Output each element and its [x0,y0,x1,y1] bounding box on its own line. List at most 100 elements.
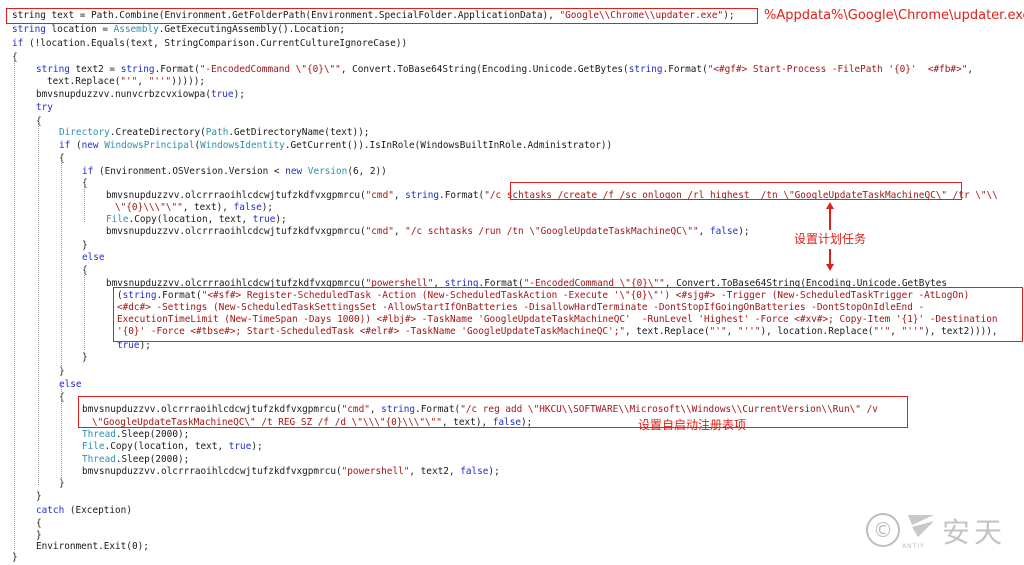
code-line: string location = Assembly.GetExecutingA… [12,24,345,36]
code-token: "cmd" [365,190,394,201]
code-token: , text), [182,202,234,213]
code-token: "cmd" [365,226,394,237]
arrow-down-icon [826,264,834,271]
code-token: .GetExecutingAssembly().Location; [158,24,346,35]
code-token: File [106,214,129,225]
code-token: catch [36,505,65,516]
code-token: text2 = [69,64,121,75]
code-token: (Exception) [64,505,132,516]
code-token: } [82,240,88,251]
code-line: if (!location.Equals(text, StringCompari… [12,38,407,50]
code-token: .CreateDirectory( [109,127,206,138]
code-token: Thread [82,454,116,465]
arrow-shaft [829,249,831,265]
code-token: else [82,252,105,263]
indent-guide [61,383,62,482]
code-token: Assembly [113,24,159,35]
code-token: string [36,64,70,75]
code-line: bmvsnupduzzvv.nunvcrbzcvxiowpa(true); [36,89,245,101]
code-token: , [393,190,406,201]
code-line: catch (Exception) [36,505,132,517]
code-line: File.Copy(location, text, true); [106,214,287,226]
code-token: .GetDirectoryName(text)); [228,127,370,138]
code-token: string [405,190,440,201]
code-line: Thread.Sleep(2000); [82,454,189,466]
code-token: "powershell" [341,466,410,477]
code-token: Directory [59,127,110,138]
indent-guide [84,266,85,350]
code-token: , Convert.ToBase64String(Encoding.Unicod… [340,64,629,75]
code-line: } [36,491,42,503]
code-line: File.Copy(location, text, true); [82,441,263,453]
code-token: true [210,89,234,100]
code-line: } [82,240,88,252]
code-token: .Sleep(2000); [115,429,190,440]
code-token: "'" [120,76,138,87]
code-token: (6, 2)) [347,166,387,177]
watermark-brand-text: 安天 [942,516,1007,549]
code-token: "/c schtasks /run /tn \"GoogleUpdateTask… [405,226,699,237]
code-token: \"{0}\\\"\"" [115,202,183,213]
code-token: } [82,352,88,363]
code-token: , [967,64,974,75]
code-token: ); [233,89,245,100]
code-token: File [82,441,105,452]
code-token: else [59,379,82,390]
code-line: if (Environment.OSVersion.Version < new … [82,166,387,178]
code-token: WindowsIdentity [200,140,285,151]
annotation-appdata-path: %Appdata%\Google\Chrome\updater.exe [764,8,1024,23]
code-token: .Format( [439,190,485,201]
code-token: "<#gf#> Start-Process -FilePath '{0}' <#… [707,64,968,75]
code-token: WindowsPrincipal [104,140,195,151]
code-token: ); [275,214,287,225]
code-line: string text2 = string.Format("-EncodedCo… [36,64,973,76]
code-token: new [285,166,303,177]
code-token: ); [251,441,263,452]
code-line: Thread.Sleep(2000); [82,429,189,441]
code-line: Environment.Exit(0); [36,541,149,553]
highlight-box-path-combine [6,8,758,24]
code-token: location = [45,24,114,35]
code-token: false [233,202,262,213]
code-token: (Environment.OSVersion.Version < [93,166,286,177]
code-token: { [36,518,42,529]
code-token: ); [738,226,750,237]
code-token: .GetCurrent()).IsInRole(WindowsBuiltInRo… [284,140,613,151]
code-token: ( [70,140,82,151]
code-token: if [82,166,94,177]
code-token: true [228,441,252,452]
code-line: Directory.CreateDirectory(Path.GetDirect… [59,127,369,139]
indent-guide [84,179,85,222]
copyright-icon: © [866,513,900,547]
code-token: bmvsnupduzzvv.olcrrraoihlcdcwjtufzkdfvxg… [106,190,366,201]
highlight-box-reg-add [78,396,908,428]
highlight-box-register-scheduledtask [113,287,1023,342]
code-token: new [81,140,99,151]
code-token: false [709,226,739,237]
code-line: } [82,352,88,364]
code-token: .Copy(location, text, [104,441,229,452]
code-token: true [252,214,276,225]
code-token: } [36,530,42,541]
code-token: .Format( [662,64,708,75]
antiy-logo-icon [908,515,934,537]
code-token: bmvsnupduzzvv.olcrrraoihlcdcwjtufzkdfvxg… [106,226,366,237]
code-line: } [12,552,18,564]
code-token: bmvsnupduzzvv.nunvcrbzcvxiowpa( [36,89,211,100]
code-line: try [36,102,53,114]
highlight-box-schtasks-create [510,182,962,200]
code-token: , [137,76,149,87]
code-token: string [120,64,155,75]
indent-guide [61,157,62,370]
antiy-watermark: © ANTIY 安天 [866,509,1016,555]
annotation-scheduled-task: 设置计划任务 [794,232,867,246]
annotation-registry-run: 设置自启动注册表项 [638,418,747,432]
logo-label: ANTIY [902,543,925,550]
code-token: Path [205,127,229,138]
code-token: ))))); [171,76,206,87]
code-token: .Format( [154,64,200,75]
code-token: text.Replace( [47,76,121,87]
code-token: Version [307,166,348,177]
code-token: } [36,491,42,502]
indent-guide [14,57,15,550]
